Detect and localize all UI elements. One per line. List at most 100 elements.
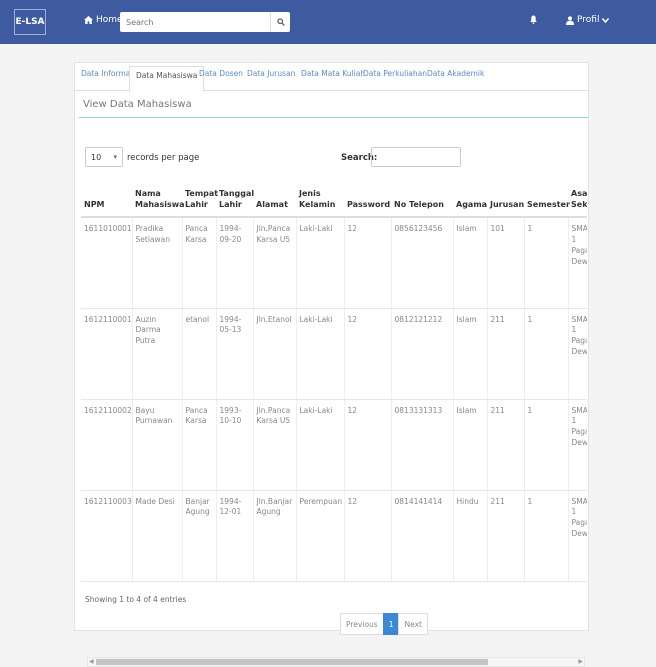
column-header[interactable]: Agama [453,171,487,218]
table-cell: 0814141414 [390,490,453,582]
table-cell: Laki-Laki [295,308,344,400]
table-cell: Jln.Panca Karsa U5 [252,399,296,491]
table-cell: 12 [343,399,391,491]
table-cell: Jln.Panca Karsa U5 [252,217,296,309]
table-cell: 12 [343,217,391,309]
home-link[interactable]: Home [84,15,123,25]
scroll-left-icon[interactable]: ◀ [89,658,94,666]
table-cell: etanol [181,308,216,400]
table-cell: 0812121212 [390,308,453,400]
previous-page-button[interactable]: Previous [340,613,384,635]
tab-data-mata-kuliah[interactable]: Data Mata Kuliah [301,69,365,78]
scrollbar-thumb[interactable] [96,659,488,665]
table-cell: 211 [486,399,524,491]
search-box [120,12,290,32]
table-cell: 1612110002 [81,399,132,491]
tab-data-dosen[interactable]: Data Dosen [199,69,243,78]
table-cell: 1612110001 [81,308,132,400]
records-per-page-value: 10 [91,153,102,162]
table-cell: 1 [523,490,568,582]
select-caret-icon: ▾ [113,153,117,161]
table-cell: Jln.Etanol [252,308,296,400]
tab-data-mahasiswa[interactable]: Data Mahasiswa [129,66,205,92]
column-header[interactable]: Nama Mahasiswa [132,171,185,218]
column-header[interactable]: Jenis Kelamin [296,171,344,218]
brand-logo[interactable]: E-LSA [14,9,46,35]
mahasiswa-table: NPM Nama Mahasiswa Tempat Lahir Tanggal … [81,171,587,582]
table-cell: 1612110003 [81,490,132,582]
table-cell: Laki-Laki [295,217,344,309]
table-cell: Banjar Agung [181,490,216,582]
tab-data-akademik[interactable]: Data Akademik [427,69,484,78]
table-row: 1612110002 Bayu Purnawan Panca Karsa 199… [81,399,587,491]
column-header[interactable]: NPM [81,171,132,218]
table-cell: 1994-09-20 [215,217,253,309]
table-cell: 1 [523,308,568,400]
chevron-down-icon [602,17,610,23]
table-cell: Islam [452,399,487,491]
home-label: Home [96,15,123,25]
horizontal-scrollbar[interactable]: ◀ ▶ [87,657,585,667]
table-cell: Laki-Laki [295,399,344,491]
tab-data-perkuliahan[interactable]: Data Perkuliahan [363,69,427,78]
column-header[interactable]: Semester [524,171,570,218]
column-header[interactable]: Tanggal Lahir [216,171,254,218]
column-header[interactable]: No Telepon [391,171,453,218]
table-cell: Auzin Darma Putra [131,308,182,400]
top-navbar: E-LSA Home Profil [0,0,656,44]
pagination: Previous 1 Next [340,613,428,635]
table-cell: 211 [486,308,524,400]
table-search-input[interactable] [371,147,461,167]
column-header[interactable]: Tempat Lahir [182,171,218,218]
table-row: 1612110001 Auzin Darma Putra etanol 1994… [81,308,587,400]
table-cell: 1994-12-01 [215,490,253,582]
table-cell: Bayu Purnawan [131,399,182,491]
table-info: Showing 1 to 4 of 4 entries [85,595,187,604]
table-cell: Islam [452,308,487,400]
page-button-current[interactable]: 1 [382,613,400,635]
scroll-right-icon[interactable]: ▶ [578,658,583,666]
bell-icon[interactable] [530,15,537,24]
table-cell: 1994-05-13 [215,308,253,400]
table-row: 1611010001 Pradika Setiawan Panca Karsa … [81,217,587,309]
table-cell: 1993-10-10 [215,399,253,491]
tab-data-jurusan[interactable]: Data Jurusan [247,69,295,78]
profile-menu[interactable]: Profil [566,15,610,25]
table-cell: 1611010001 [81,217,132,309]
tab-bar: Data Informasi Data Mahasiswa Data Dosen… [75,63,588,92]
column-header[interactable]: Jurusan [487,171,524,218]
table-cell: 12 [343,490,391,582]
records-per-page-label: records per page [127,153,200,163]
table-cell: Panca Karsa [181,217,216,309]
table-cell: 0856123456 [390,217,453,309]
table-cell: SMAN 1 Pagar Dewa [567,399,587,491]
table-cell: 1 [523,217,568,309]
column-header[interactable]: Asal Sekolah [568,171,587,218]
column-header[interactable]: Alamat [253,171,296,218]
search-icon [276,18,285,26]
table-cell: Pradika Setiawan [131,217,182,309]
user-icon [566,15,574,25]
next-page-button[interactable]: Next [398,613,428,635]
column-header[interactable]: Password [344,171,391,218]
table-cell: Panca Karsa [181,399,216,491]
table-cell: Jln.Banjar Agung [252,490,296,582]
table-cell: Made Desi [131,490,182,582]
table-cell: SMAN 1 Pagar Dewa [567,217,587,309]
table-cell: Perempuan [295,490,344,582]
table-container: NPM Nama Mahasiswa Tempat Lahir Tanggal … [81,171,587,583]
content-panel: Data Informasi Data Mahasiswa Data Dosen… [74,62,589,667]
search-input[interactable] [120,12,270,32]
home-icon [84,16,93,24]
table-cell: SMAN 1 Pagar Dewa [567,490,587,582]
table-cell: 1 [523,399,568,491]
table-cell: 12 [343,308,391,400]
table-cell: SMAN 1 Pagar Dewa [567,308,587,400]
profile-label: Profil [577,15,600,25]
section-title: View Data Mahasiswa [83,99,192,110]
search-button[interactable] [270,12,290,32]
records-per-page-select[interactable]: 10 ▾ [85,147,123,167]
table-header-row: NPM Nama Mahasiswa Tempat Lahir Tanggal … [81,171,587,218]
table-row: 1612110003 Made Desi Banjar Agung 1994-1… [81,490,587,582]
table-cell: 0813131313 [390,399,453,491]
